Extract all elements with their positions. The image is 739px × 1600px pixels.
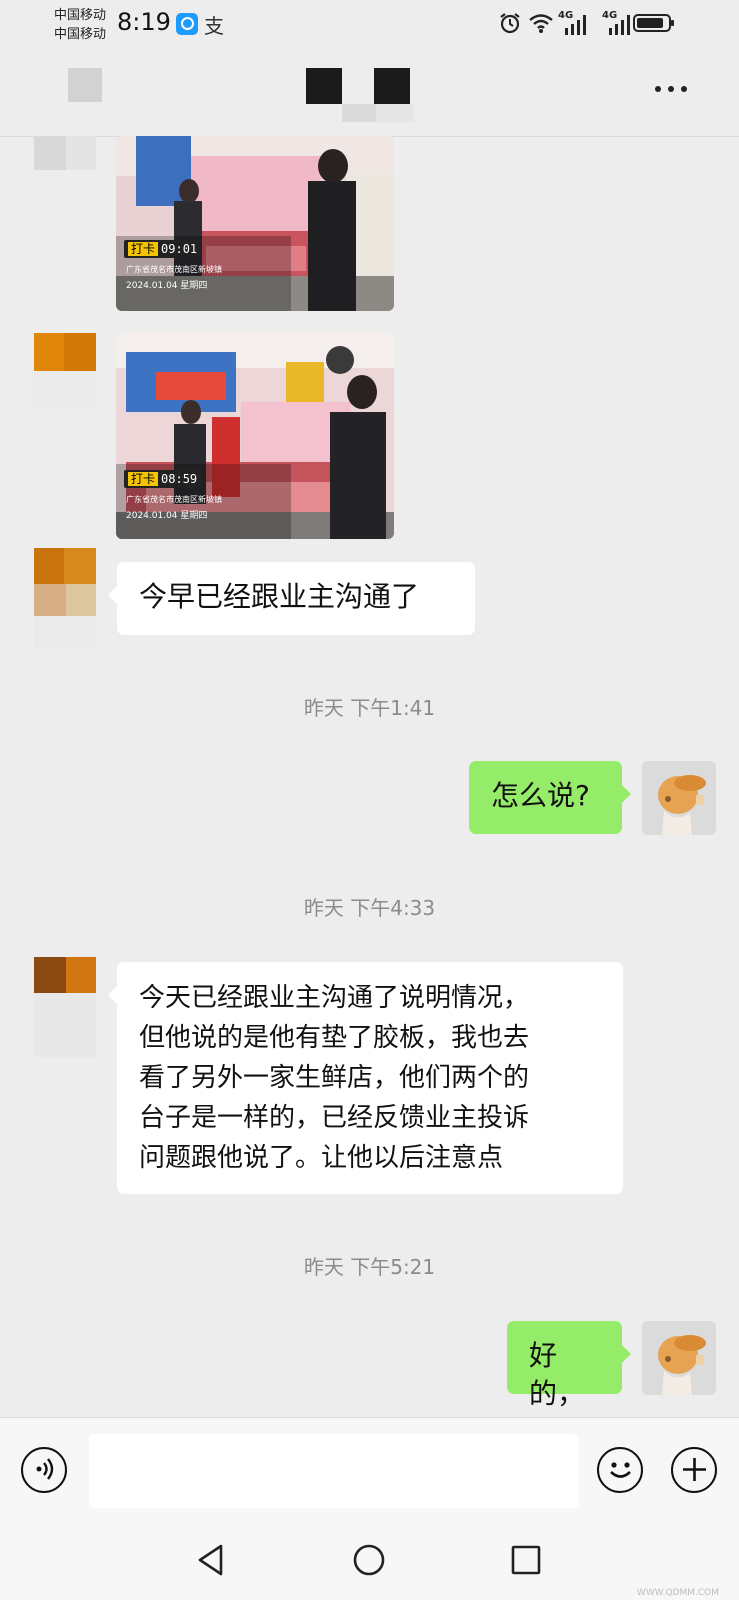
watermark: WWW.QDMM.COM — [636, 1588, 719, 1598]
alipay-icon: 支 — [204, 14, 224, 38]
carrier-1: 中国移动 — [54, 8, 107, 23]
clock-in-badge: 打卡 09:01 — [124, 240, 202, 258]
outgoing-text-message[interactable]: 怎么说? — [469, 761, 631, 834]
contact-avatar[interactable] — [34, 333, 96, 411]
contact-avatar[interactable] — [34, 957, 96, 1057]
chat-title-redacted — [306, 68, 418, 122]
cartoon-avatar-icon — [642, 761, 716, 835]
alarm-icon — [500, 13, 520, 34]
photo-location: 广东省茂名市茂南区新坡镇 — [126, 265, 222, 274]
carrier-2: 中国移动 — [54, 27, 107, 42]
voice-icon[interactable] — [21, 1447, 67, 1493]
contact-avatar[interactable] — [34, 136, 96, 170]
chat-header — [0, 52, 739, 137]
more-dots-icon[interactable] — [655, 86, 689, 94]
message-line: 今天已经跟业主沟通了说明情况， — [139, 983, 530, 1013]
system-navigation-bar — [0, 1523, 739, 1600]
plus-sign-icon — [682, 1458, 706, 1481]
image-message[interactable]: 打卡 09:01 广东省茂名市茂南区新坡镇 2024.01.04 星期四 — [116, 136, 394, 311]
signal-icon-2 — [609, 15, 630, 35]
photo-location: 广东省茂名市茂南区新坡镇 — [126, 495, 222, 504]
status-time: 8:19 — [117, 8, 171, 36]
battery-icon — [633, 14, 674, 32]
message-line: 问题跟他说了。让他以后注意点 — [139, 1143, 504, 1173]
photo-date: 2024.01.04 星期四 — [126, 281, 208, 291]
incoming-text-message[interactable]: 今早已经跟业主沟通了 — [108, 562, 475, 635]
status-bar: 中国移动 中国移动 8:19 支 4G 4G — [0, 0, 739, 52]
voice-wave-icon — [36, 1458, 53, 1480]
photo-date: 2024.01.04 星期四 — [126, 511, 208, 521]
my-avatar[interactable] — [642, 761, 716, 835]
message-text: 怎么说? — [491, 779, 590, 812]
message-line: 看了另外一家生鲜店，他们两个的 — [139, 1063, 530, 1093]
search-app-icon — [176, 13, 198, 35]
timestamp: 昨天 下午1:41 — [303, 696, 436, 720]
image-message[interactable]: 打卡 08:59 广东省茂名市茂南区新坡镇 2024.01.04 星期四 — [116, 332, 394, 539]
emoji-icon[interactable] — [597, 1447, 643, 1493]
my-avatar[interactable] — [642, 1321, 716, 1395]
message-input[interactable] — [89, 1434, 579, 1508]
timestamp: 昨天 下午5:21 — [303, 1255, 436, 1279]
input-bar — [0, 1417, 739, 1524]
plus-icon[interactable] — [671, 1447, 717, 1493]
contact-avatar[interactable] — [34, 548, 96, 648]
back-triangle-icon[interactable] — [195, 1543, 227, 1577]
message-text: 今早已经跟业主沟通了 — [139, 580, 420, 613]
back-button[interactable] — [68, 68, 102, 102]
clock-in-badge: 打卡 08:59 — [124, 470, 202, 488]
message-line: 但他说的是他有垫了胶板，我也去 — [139, 1023, 530, 1053]
cartoon-avatar-icon — [642, 1321, 716, 1395]
carrier-labels: 中国移动 中国移动 — [54, 6, 106, 44]
signal-icon-1 — [565, 15, 586, 35]
message-line: 台子是一样的，已经反馈业主投诉 — [139, 1103, 530, 1133]
home-circle-icon[interactable] — [352, 1543, 386, 1577]
smile-face-icon — [609, 1462, 631, 1478]
message-text: 好的， — [529, 1339, 586, 1410]
outgoing-text-message[interactable]: 好的， — [507, 1321, 631, 1410]
incoming-text-message[interactable]: 今天已经跟业主沟通了说明情况， 但他说的是他有垫了胶板，我也去 看了另外一家生鲜… — [108, 962, 623, 1194]
wifi-icon — [529, 14, 553, 33]
timestamp: 昨天 下午4:33 — [303, 896, 436, 920]
recents-square-icon[interactable] — [510, 1544, 542, 1576]
